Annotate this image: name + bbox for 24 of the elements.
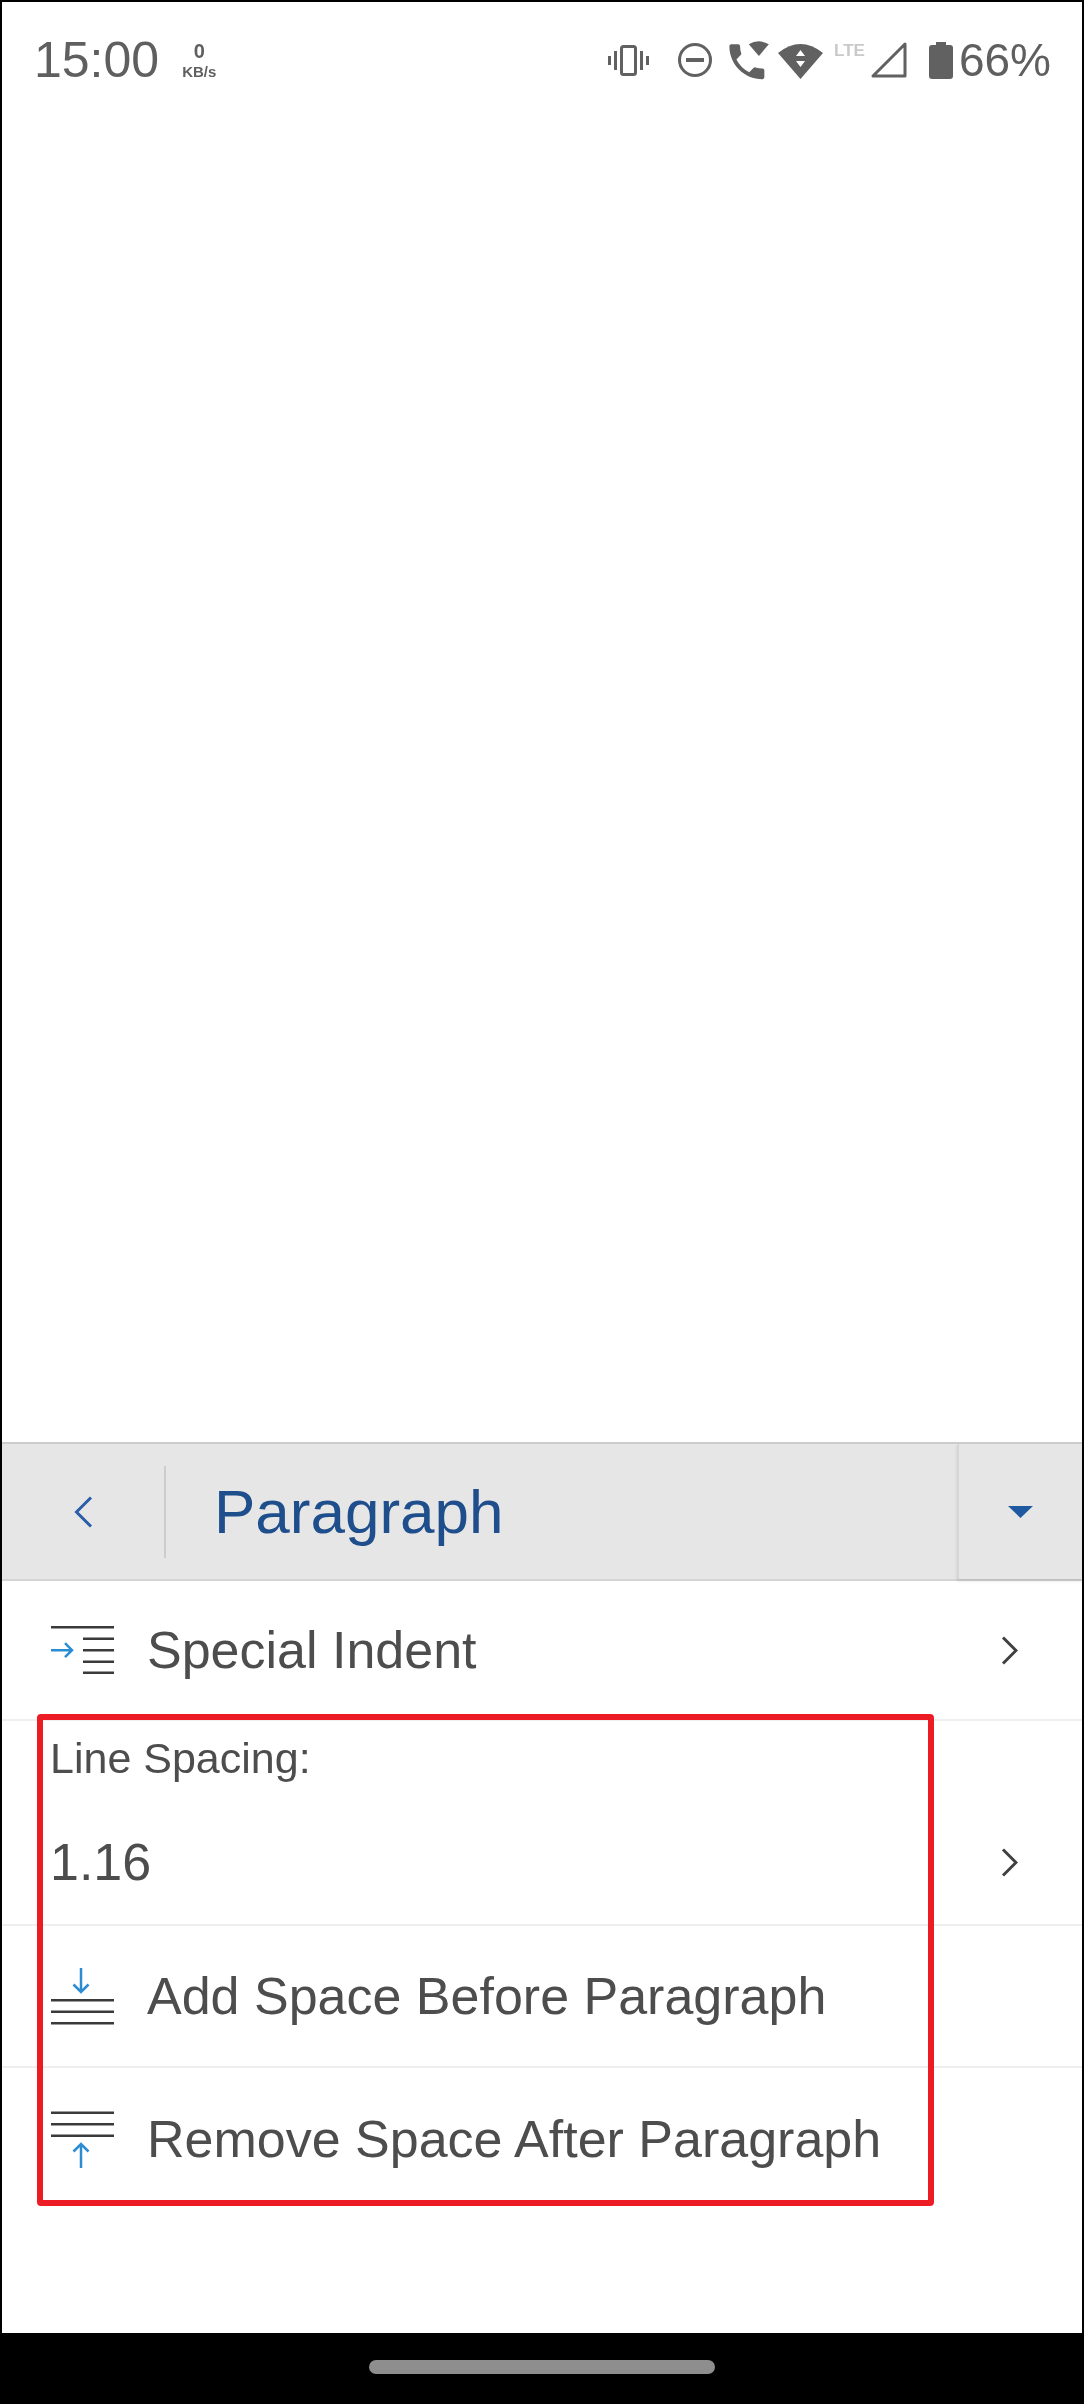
space-before-icon xyxy=(51,1967,114,2025)
battery-icon xyxy=(928,41,953,79)
chevron-right-icon xyxy=(1001,1847,1018,1877)
vibrate-icon xyxy=(608,44,650,76)
wifi-calling-icon xyxy=(729,40,770,80)
indent-icon xyxy=(51,1626,114,1674)
space-after-icon xyxy=(51,2110,114,2168)
do-not-disturb-icon xyxy=(677,43,714,77)
menu-item[interactable]: Remove Space After Paragraph xyxy=(2,2068,1082,2210)
setting-label: Line Spacing: xyxy=(50,1733,311,1784)
wifi-icon xyxy=(778,41,824,79)
network-speed-value: 0 xyxy=(193,41,205,61)
chevron-right-icon xyxy=(1001,1635,1018,1665)
menu-item[interactable]: Line Spacing: 1.16 xyxy=(2,1721,1082,1926)
battery-percentage: 66% xyxy=(958,37,1051,83)
chevron-left-icon xyxy=(73,1495,93,1528)
home-handle[interactable] xyxy=(369,2359,715,2374)
setting-value: 1.16 xyxy=(50,1832,152,1893)
signal-strength-icon xyxy=(870,42,907,78)
caret-down-icon xyxy=(1008,1505,1033,1518)
clock-time: 15:00 xyxy=(34,35,160,85)
menu-item[interactable]: Special Indent xyxy=(2,1581,1082,1721)
menu-item[interactable]: Add Space Before Paragraph xyxy=(2,1926,1082,2068)
network-speed-unit: KB/s xyxy=(182,64,217,79)
